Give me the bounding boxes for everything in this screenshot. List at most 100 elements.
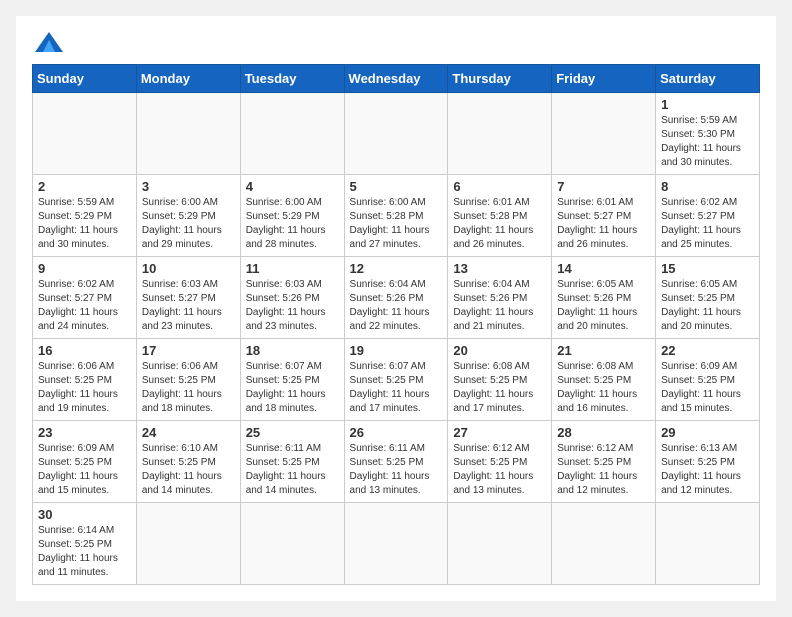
day-info: Sunrise: 6:04 AM Sunset: 5:26 PM Dayligh…: [350, 278, 443, 334]
calendar-cell: [136, 503, 240, 585]
day-number: 29: [661, 425, 754, 440]
day-number: 21: [557, 343, 650, 358]
calendar-cell: 5 Sunrise: 6:00 AM Sunset: 5:28 PM Daylig…: [344, 175, 448, 257]
week-row-2: 9 Sunrise: 6:02 AM Sunset: 5:27 PM Daylig…: [33, 257, 760, 339]
logo: [32, 32, 63, 52]
weekday-header-row: SundayMondayTuesdayWednesdayThursdayFrid…: [33, 65, 760, 93]
day-number: 23: [38, 425, 131, 440]
calendar-cell: 13 Sunrise: 6:04 AM Sunset: 5:26 PM Dayli…: [448, 257, 552, 339]
day-number: 15: [661, 261, 754, 276]
calendar-cell: 14 Sunrise: 6:05 AM Sunset: 5:26 PM Dayli…: [552, 257, 656, 339]
weekday-header-tuesday: Tuesday: [240, 65, 344, 93]
day-number: 19: [350, 343, 443, 358]
day-info: Sunrise: 5:59 AM Sunset: 5:29 PM Dayligh…: [38, 196, 131, 252]
calendar-cell: [344, 503, 448, 585]
day-info: Sunrise: 6:01 AM Sunset: 5:28 PM Dayligh…: [453, 196, 546, 252]
day-number: 12: [350, 261, 443, 276]
calendar-cell: 2Sunrise: 5:59 AM Sunset: 5:29 PM Daylig…: [33, 175, 137, 257]
day-info: Sunrise: 6:11 AM Sunset: 5:25 PM Dayligh…: [246, 442, 339, 498]
day-info: Sunrise: 6:03 AM Sunset: 5:27 PM Dayligh…: [142, 278, 235, 334]
day-info: Sunrise: 6:08 AM Sunset: 5:25 PM Dayligh…: [557, 360, 650, 416]
weekday-header-wednesday: Wednesday: [344, 65, 448, 93]
calendar-cell: 23 Sunrise: 6:09 AM Sunset: 5:25 PM Dayli…: [33, 421, 137, 503]
calendar-cell: [448, 93, 552, 175]
day-number: 20: [453, 343, 546, 358]
calendar-cell: 11 Sunrise: 6:03 AM Sunset: 5:26 PM Dayli…: [240, 257, 344, 339]
calendar-cell: 15 Sunrise: 6:05 AM Sunset: 5:25 PM Dayli…: [656, 257, 760, 339]
day-number: 27: [453, 425, 546, 440]
day-info: Sunrise: 6:06 AM Sunset: 5:25 PM Dayligh…: [142, 360, 235, 416]
day-number: 25: [246, 425, 339, 440]
day-info: Sunrise: 6:04 AM Sunset: 5:26 PM Dayligh…: [453, 278, 546, 334]
day-number: 14: [557, 261, 650, 276]
day-number: 13: [453, 261, 546, 276]
page: SundayMondayTuesdayWednesdayThursdayFrid…: [16, 16, 776, 601]
day-number: 7: [557, 179, 650, 194]
day-number: 24: [142, 425, 235, 440]
day-number: 1: [661, 97, 754, 112]
calendar-cell: [136, 93, 240, 175]
day-number: 9: [38, 261, 131, 276]
day-info: Sunrise: 6:07 AM Sunset: 5:25 PM Dayligh…: [350, 360, 443, 416]
calendar-cell: 29 Sunrise: 6:13 AM Sunset: 5:25 PM Dayli…: [656, 421, 760, 503]
day-info: Sunrise: 5:59 AM Sunset: 5:30 PM Dayligh…: [661, 114, 754, 170]
day-info: Sunrise: 6:05 AM Sunset: 5:26 PM Dayligh…: [557, 278, 650, 334]
week-row-5: 30 Sunrise: 6:14 AM Sunset: 5:25 PM Dayli…: [33, 503, 760, 585]
weekday-header-saturday: Saturday: [656, 65, 760, 93]
day-number: 17: [142, 343, 235, 358]
calendar-cell: [344, 93, 448, 175]
day-info: Sunrise: 6:00 AM Sunset: 5:29 PM Dayligh…: [246, 196, 339, 252]
calendar-cell: 4 Sunrise: 6:00 AM Sunset: 5:29 PM Daylig…: [240, 175, 344, 257]
day-number: 8: [661, 179, 754, 194]
calendar-cell: 28Sunrise: 6:12 AM Sunset: 5:25 PM Dayli…: [552, 421, 656, 503]
day-number: 10: [142, 261, 235, 276]
day-number: 26: [350, 425, 443, 440]
day-info: Sunrise: 6:03 AM Sunset: 5:26 PM Dayligh…: [246, 278, 339, 334]
week-row-1: 2Sunrise: 5:59 AM Sunset: 5:29 PM Daylig…: [33, 175, 760, 257]
week-row-3: 16Sunrise: 6:06 AM Sunset: 5:25 PM Dayli…: [33, 339, 760, 421]
week-row-4: 23 Sunrise: 6:09 AM Sunset: 5:25 PM Dayli…: [33, 421, 760, 503]
calendar-cell: 1 Sunrise: 5:59 AM Sunset: 5:30 PM Daylig…: [656, 93, 760, 175]
day-info: Sunrise: 6:05 AM Sunset: 5:25 PM Dayligh…: [661, 278, 754, 334]
day-info: Sunrise: 6:09 AM Sunset: 5:25 PM Dayligh…: [38, 442, 131, 498]
calendar-cell: 25 Sunrise: 6:11 AM Sunset: 5:25 PM Dayli…: [240, 421, 344, 503]
day-number: 11: [246, 261, 339, 276]
calendar-cell: [552, 93, 656, 175]
calendar-cell: 21 Sunrise: 6:08 AM Sunset: 5:25 PM Dayli…: [552, 339, 656, 421]
calendar-cell: 27Sunrise: 6:12 AM Sunset: 5:25 PM Dayli…: [448, 421, 552, 503]
day-info: Sunrise: 6:01 AM Sunset: 5:27 PM Dayligh…: [557, 196, 650, 252]
day-info: Sunrise: 6:02 AM Sunset: 5:27 PM Dayligh…: [661, 196, 754, 252]
weekday-header-thursday: Thursday: [448, 65, 552, 93]
day-info: Sunrise: 6:00 AM Sunset: 5:28 PM Dayligh…: [350, 196, 443, 252]
calendar-cell: 18Sunrise: 6:07 AM Sunset: 5:25 PM Dayli…: [240, 339, 344, 421]
weekday-header-sunday: Sunday: [33, 65, 137, 93]
calendar-cell: [240, 503, 344, 585]
day-info: Sunrise: 6:07 AM Sunset: 5:25 PM Dayligh…: [246, 360, 339, 416]
day-info: Sunrise: 6:11 AM Sunset: 5:25 PM Dayligh…: [350, 442, 443, 498]
calendar-cell: 12 Sunrise: 6:04 AM Sunset: 5:26 PM Dayli…: [344, 257, 448, 339]
day-number: 5: [350, 179, 443, 194]
day-info: Sunrise: 6:02 AM Sunset: 5:27 PM Dayligh…: [38, 278, 131, 334]
calendar-cell: 17 Sunrise: 6:06 AM Sunset: 5:25 PM Dayli…: [136, 339, 240, 421]
calendar-cell: 7 Sunrise: 6:01 AM Sunset: 5:27 PM Daylig…: [552, 175, 656, 257]
day-number: 4: [246, 179, 339, 194]
day-info: Sunrise: 6:13 AM Sunset: 5:25 PM Dayligh…: [661, 442, 754, 498]
day-info: Sunrise: 6:09 AM Sunset: 5:25 PM Dayligh…: [661, 360, 754, 416]
calendar-cell: 6 Sunrise: 6:01 AM Sunset: 5:28 PM Daylig…: [448, 175, 552, 257]
day-number: 6: [453, 179, 546, 194]
weekday-header-monday: Monday: [136, 65, 240, 93]
calendar-cell: 19 Sunrise: 6:07 AM Sunset: 5:25 PM Dayli…: [344, 339, 448, 421]
calendar-cell: [656, 503, 760, 585]
calendar-cell: 26 Sunrise: 6:11 AM Sunset: 5:25 PM Dayli…: [344, 421, 448, 503]
day-info: Sunrise: 6:14 AM Sunset: 5:25 PM Dayligh…: [38, 524, 131, 580]
day-info: Sunrise: 6:06 AM Sunset: 5:25 PM Dayligh…: [38, 360, 131, 416]
calendar-cell: [240, 93, 344, 175]
calendar-cell: 9 Sunrise: 6:02 AM Sunset: 5:27 PM Daylig…: [33, 257, 137, 339]
day-info: Sunrise: 6:12 AM Sunset: 5:25 PM Dayligh…: [557, 442, 650, 498]
calendar-cell: 20Sunrise: 6:08 AM Sunset: 5:25 PM Dayli…: [448, 339, 552, 421]
day-info: Sunrise: 6:10 AM Sunset: 5:25 PM Dayligh…: [142, 442, 235, 498]
weekday-header-friday: Friday: [552, 65, 656, 93]
calendar-cell: 24 Sunrise: 6:10 AM Sunset: 5:25 PM Dayli…: [136, 421, 240, 503]
day-number: 30: [38, 507, 131, 522]
calendar-cell: [552, 503, 656, 585]
